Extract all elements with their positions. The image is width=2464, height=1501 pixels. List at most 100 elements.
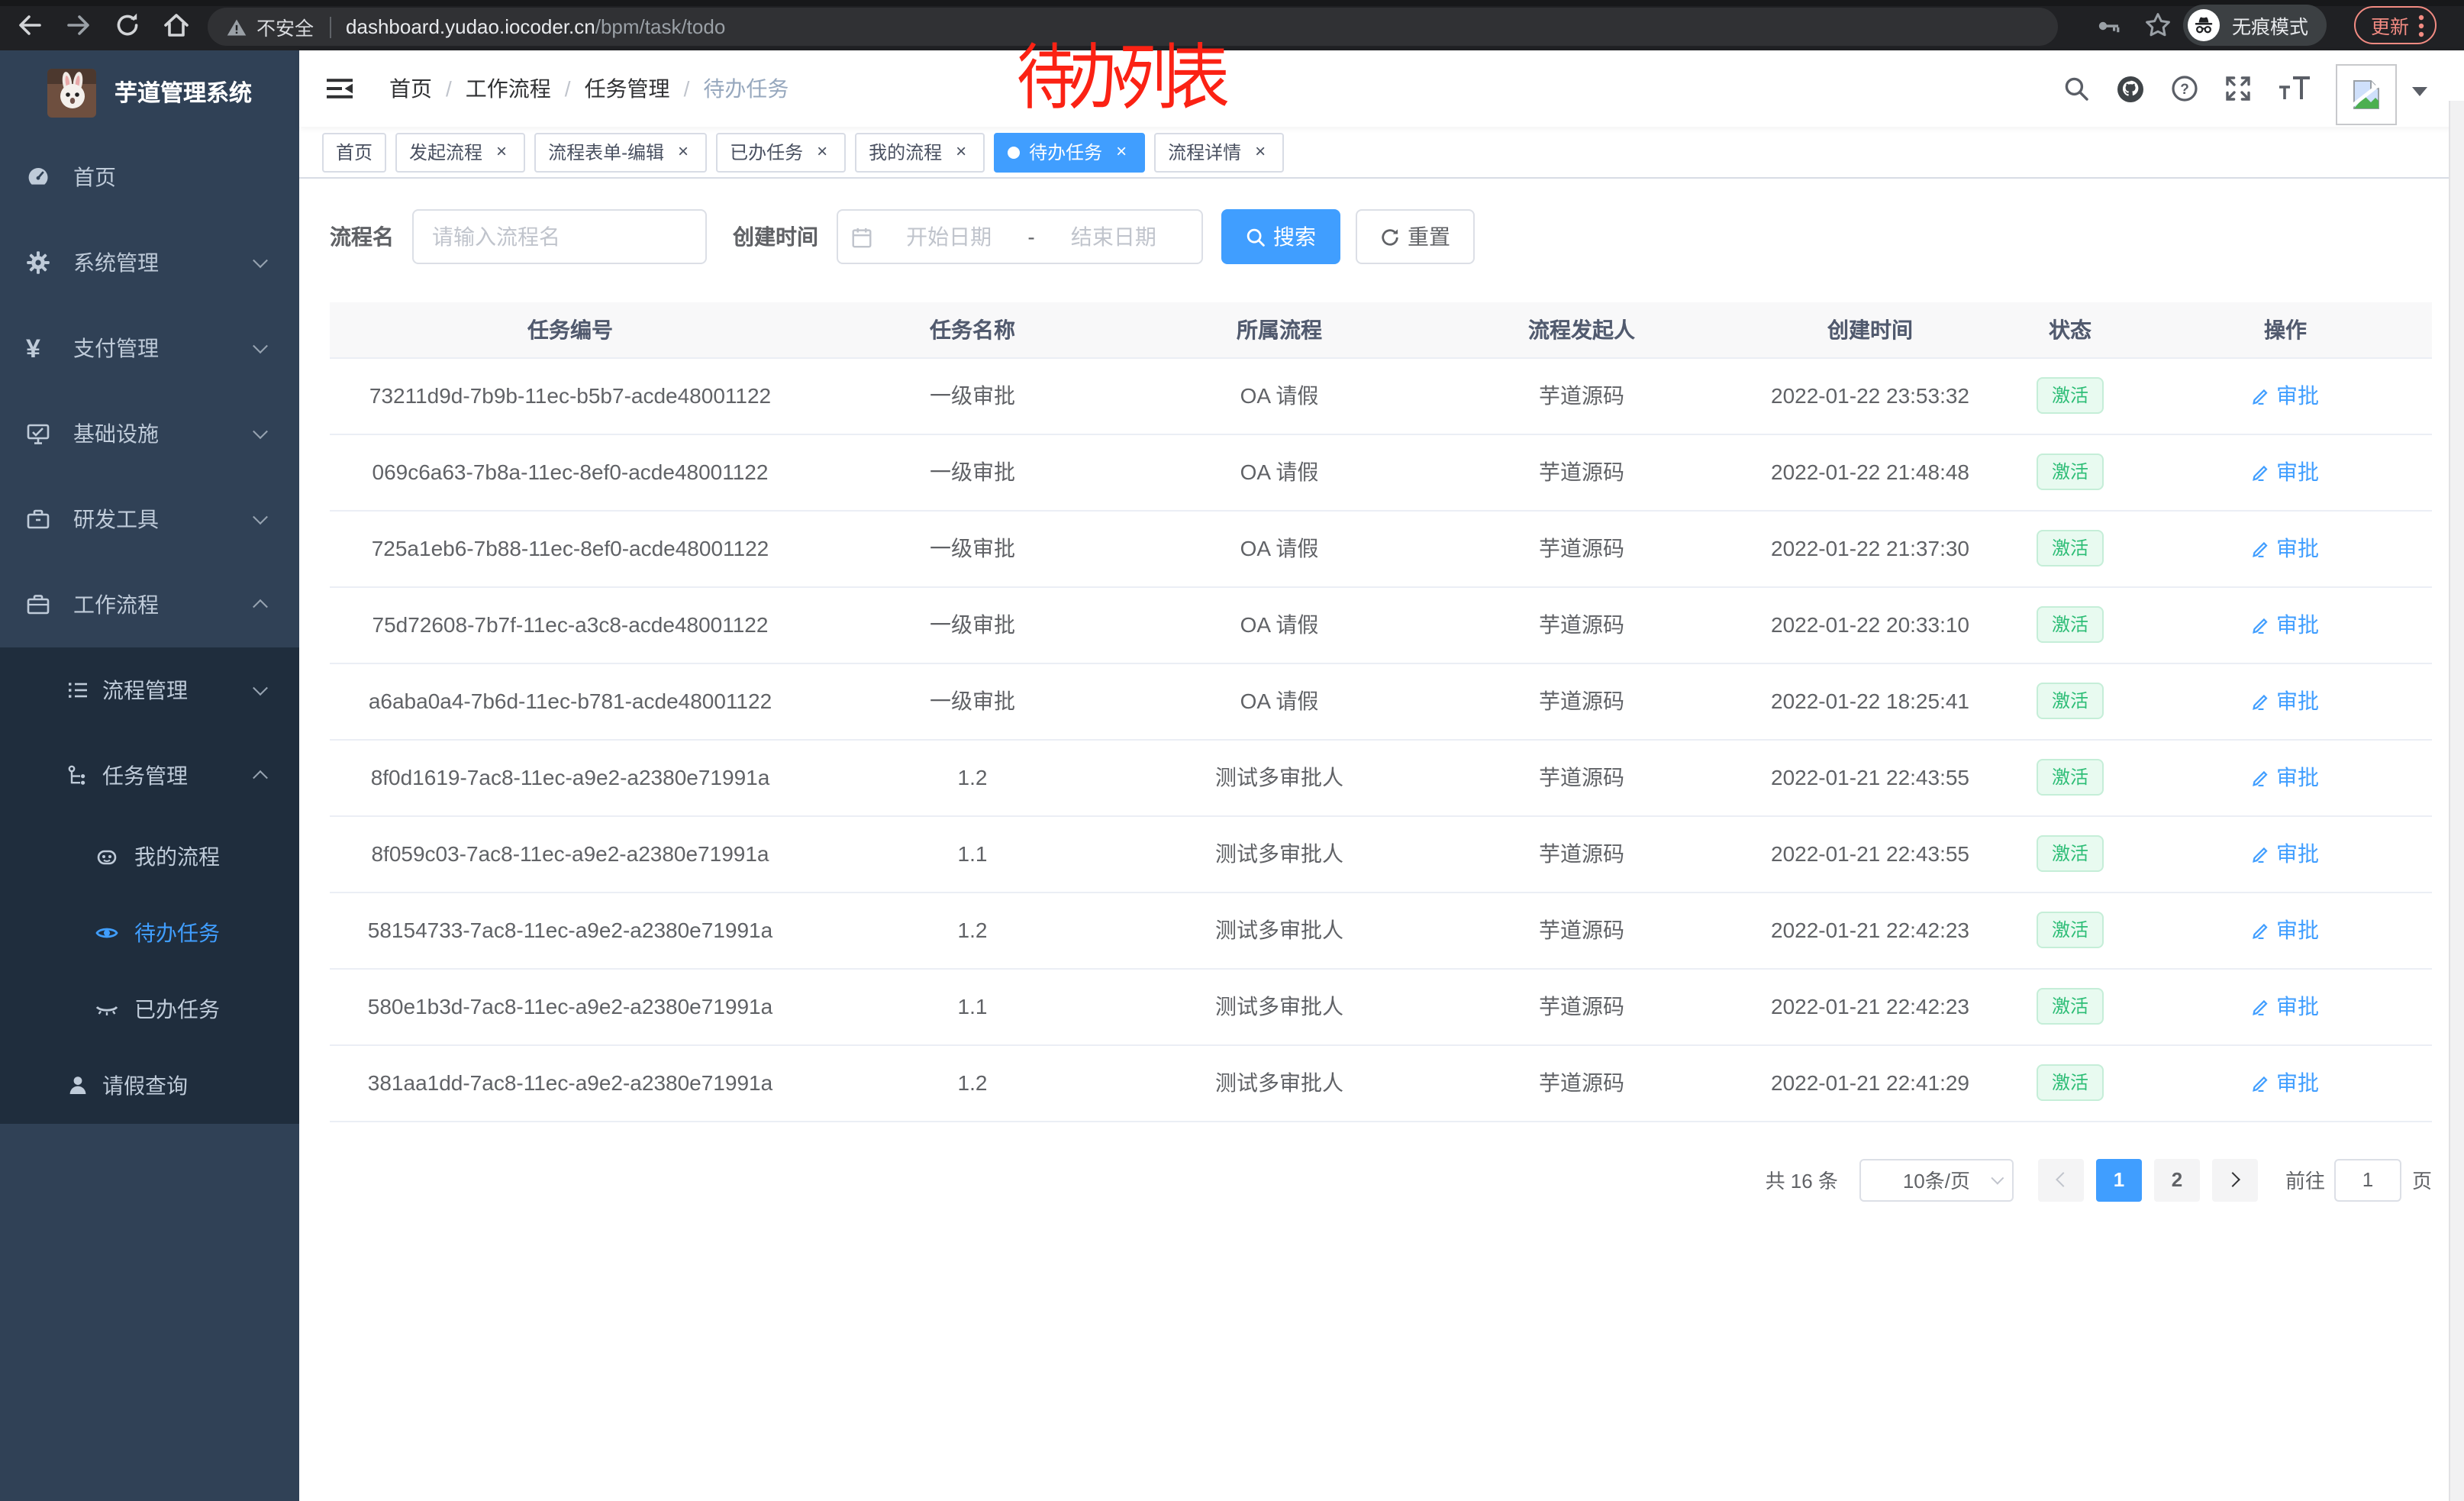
browser-forward-icon[interactable] — [64, 11, 93, 40]
cell-starter: 芋道源码 — [1424, 739, 1739, 815]
tab-start-process[interactable]: 发起流程 — [395, 132, 525, 172]
sidebar-item-done-task[interactable]: 已办任务 — [0, 971, 299, 1047]
chevron-down-icon — [1991, 1171, 2004, 1184]
close-icon[interactable] — [1111, 142, 1131, 162]
top-navbar: 首页 / 工作流程 / 任务管理 / 待办任务 ? — [299, 50, 2464, 127]
sidebar-item-process-mgmt[interactable]: 流程管理 — [0, 647, 299, 733]
sidebar-item-my-process[interactable]: 我的流程 — [0, 818, 299, 895]
page-button-2[interactable]: 2 — [2154, 1158, 2200, 1201]
cell-task-name: 1.2 — [811, 892, 1134, 968]
breadcrumb-home[interactable]: 首页 — [389, 73, 432, 104]
cell-process: 测试多审批人 — [1134, 892, 1424, 968]
window-scrollbar[interactable] — [2449, 101, 2464, 1501]
tab-todo-task[interactable]: 待办任务 — [994, 132, 1145, 172]
browser-update-button[interactable]: 更新 — [2354, 6, 2437, 44]
search-button[interactable]: 搜索 — [1221, 209, 1340, 264]
sidebar-item-todo-task[interactable]: 待办任务 — [0, 895, 299, 971]
sidebar-item-home[interactable]: 首页 — [0, 134, 299, 220]
monitor-icon — [26, 421, 50, 446]
bookmark-star-icon[interactable] — [2143, 11, 2172, 40]
table-row: 58154733-7ac8-11ec-a9e2-a2380e71991a 1.2… — [330, 892, 2432, 968]
approve-link[interactable]: 审批 — [2252, 380, 2319, 411]
approve-link[interactable]: 审批 — [2252, 1067, 2319, 1098]
fullscreen-icon[interactable] — [2224, 75, 2252, 102]
annotation-overlay-text: 待办列表 — [1017, 18, 1222, 124]
status-badge: 激活 — [2037, 454, 2104, 490]
dashboard-icon — [26, 165, 50, 189]
sidebar-item-leave-query[interactable]: 请假查询 — [0, 1047, 299, 1124]
browser-toolbar: 不安全 dashboard.yudao.iocoder.cn/bpm/task/… — [0, 0, 2464, 50]
close-icon[interactable] — [951, 142, 971, 162]
cell-process: 测试多审批人 — [1134, 1044, 1424, 1121]
prev-page-button[interactable] — [2038, 1158, 2084, 1201]
close-icon[interactable] — [812, 142, 832, 162]
breadcrumb-workflow[interactable]: 工作流程 — [466, 73, 551, 104]
toolbox-icon — [26, 507, 50, 531]
tab-form-edit[interactable]: 流程表单-编辑 — [534, 132, 707, 172]
main-panel: 流程名 创建时间 开始日期 - 结束日期 搜索 重 — [299, 179, 2464, 1501]
table-header-row: 任务编号 任务名称 所属流程 流程发起人 创建时间 状态 操作 — [330, 302, 2432, 357]
incognito-badge: 无痕模式 — [2183, 5, 2327, 46]
reset-button[interactable]: 重置 — [1356, 209, 1475, 264]
approve-link[interactable]: 审批 — [2252, 838, 2319, 869]
close-icon[interactable] — [1250, 142, 1270, 162]
url-host[interactable]: dashboard.yudao.iocoder.cn — [346, 15, 595, 38]
sidebar-item-task-mgmt[interactable]: 任务管理 — [0, 733, 299, 818]
sidebar-item-payment[interactable]: ¥ 支付管理 — [0, 305, 299, 391]
sidebar-fold-icon[interactable] — [325, 75, 354, 102]
approve-link[interactable]: 审批 — [2252, 915, 2319, 945]
approve-link[interactable]: 审批 — [2252, 533, 2319, 563]
browser-home-icon[interactable] — [162, 11, 191, 40]
avatar-caret-icon[interactable] — [2412, 87, 2427, 96]
goto-page-input[interactable] — [2334, 1158, 2401, 1201]
edit-pencil-icon — [2252, 768, 2270, 786]
tab-my-process[interactable]: 我的流程 — [855, 132, 985, 172]
status-badge: 激活 — [2037, 988, 2104, 1025]
process-name-input[interactable] — [412, 209, 707, 264]
approve-link[interactable]: 审批 — [2252, 991, 2319, 1022]
avatar[interactable] — [2336, 64, 2397, 125]
url-path[interactable]: /bpm/task/todo — [595, 15, 726, 38]
filter-bar: 流程名 创建时间 开始日期 - 结束日期 搜索 重 — [330, 209, 2464, 264]
approve-link[interactable]: 审批 — [2252, 609, 2319, 640]
col-task-id: 任务编号 — [330, 302, 811, 357]
next-page-button[interactable] — [2212, 1158, 2258, 1201]
app-title: 芋道管理系统 — [114, 76, 252, 108]
date-start-placeholder[interactable]: 开始日期 — [873, 221, 1024, 252]
page-size-select[interactable]: 10条/页 — [1859, 1158, 2014, 1201]
close-icon[interactable] — [492, 142, 511, 162]
cell-process: OA 请假 — [1134, 586, 1424, 663]
approve-link[interactable]: 审批 — [2252, 686, 2319, 716]
col-starter: 流程发起人 — [1424, 302, 1739, 357]
sidebar-item-workflow[interactable]: 工作流程 — [0, 562, 299, 647]
font-size-icon[interactable] — [2278, 75, 2311, 102]
page-button-1[interactable]: 1 — [2096, 1158, 2142, 1201]
sidebar-item-system[interactable]: 系统管理 — [0, 220, 299, 305]
sidebar-item-infra[interactable]: 基础设施 — [0, 391, 299, 476]
password-key-icon[interactable] — [2095, 12, 2122, 40]
browser-back-icon[interactable] — [15, 11, 44, 40]
date-end-placeholder[interactable]: 结束日期 — [1038, 221, 1189, 252]
help-icon[interactable]: ? — [2171, 75, 2198, 102]
date-range-picker[interactable]: 开始日期 - 结束日期 — [837, 209, 1203, 264]
breadcrumb-separator: / — [684, 76, 690, 101]
approve-link[interactable]: 审批 — [2252, 762, 2319, 792]
tab-done-task[interactable]: 已办任务 — [716, 132, 846, 172]
tab-process-detail[interactable]: 流程详情 — [1154, 132, 1284, 172]
browser-reload-icon[interactable] — [113, 11, 142, 40]
breadcrumb-task-mgmt[interactable]: 任务管理 — [585, 73, 670, 104]
table-row: 725a1eb6-7b88-11ec-8ef0-acde48001122 一级审… — [330, 510, 2432, 586]
approve-link[interactable]: 审批 — [2252, 457, 2319, 487]
tab-home[interactable]: 首页 — [322, 132, 386, 172]
cell-task-id: 580e1b3d-7ac8-11ec-a9e2-a2380e71991a — [330, 968, 811, 1044]
security-label[interactable]: 不安全 — [256, 12, 314, 41]
app-logo-row[interactable]: 芋道管理系统 — [0, 50, 299, 134]
browser-menu-dots-icon[interactable] — [2418, 13, 2424, 37]
github-icon[interactable] — [2116, 74, 2145, 103]
create-time-label: 创建时间 — [733, 221, 818, 252]
cell-process: OA 请假 — [1134, 510, 1424, 586]
header-search-icon[interactable] — [2062, 75, 2090, 102]
close-icon[interactable] — [673, 142, 693, 162]
sidebar-item-devtools[interactable]: 研发工具 — [0, 476, 299, 562]
status-badge: 激活 — [2037, 759, 2104, 796]
